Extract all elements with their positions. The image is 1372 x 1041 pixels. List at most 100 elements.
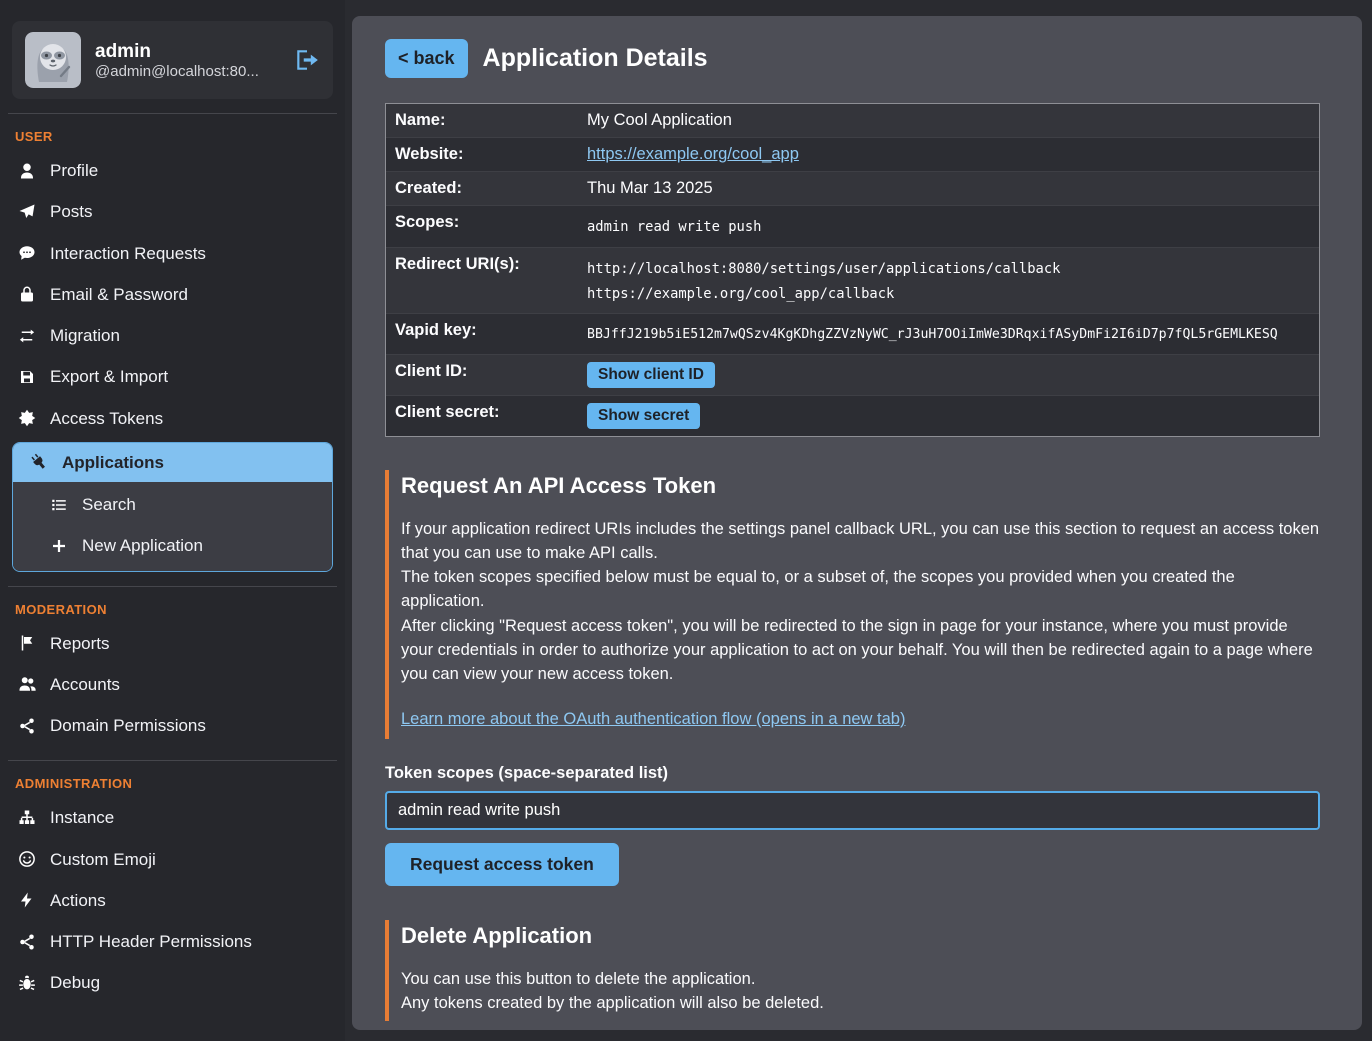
table-row-name: Name: My Cool Application [386,104,1319,137]
main-panel: < back Application Details Name: My Cool… [352,16,1362,1030]
section-paragraph: Any tokens created by the application wi… [401,991,1320,1015]
sidebar-item-profile[interactable]: Profile [0,150,345,191]
sidebar-item-label: Migration [50,325,120,346]
section-paragraph: After clicking "Request access token", y… [401,614,1320,686]
page-title: Application Details [483,44,708,73]
sidebar-divider [8,586,337,587]
sidebar-nav-user: Profile Posts Interaction Requests Email… [0,150,345,572]
row-label: Vapid key: [386,314,587,347]
share-nodes-icon [17,933,37,951]
sidebar-item-reports[interactable]: Reports [0,623,345,664]
token-scopes-field: Token scopes (space-separated list) Requ… [385,764,1320,886]
users-icon [17,675,37,693]
sidebar-item-instance[interactable]: Instance [0,797,345,838]
sidebar-item-export-import[interactable]: Export & Import [0,356,345,397]
sidebar-item-label: Domain Permissions [50,715,206,736]
flag-icon [17,634,37,652]
sidebar-item-label: Debug [50,972,100,993]
applications-subnav: Search New Application [13,482,332,571]
sidebar-item-debug[interactable]: Debug [0,962,345,1003]
sidebar-item-email-password[interactable]: Email & Password [0,274,345,315]
show-client-id-button[interactable]: Show client ID [587,362,715,388]
sidebar-item-actions[interactable]: Actions [0,880,345,921]
redirect-uri-1: http://localhost:8080/settings/user/appl… [587,257,1060,282]
row-label: Redirect URI(s): [386,248,587,281]
show-secret-button[interactable]: Show secret [587,403,700,429]
sidebar-item-interaction-requests[interactable]: Interaction Requests [0,233,345,274]
sidebar-item-label: Applications [62,452,164,473]
sidebar-item-posts[interactable]: Posts [0,191,345,232]
table-row-client-id: Client ID: Show client ID [386,354,1319,395]
sidebar-item-label: Custom Emoji [50,849,156,870]
sidebar-item-label: HTTP Header Permissions [50,931,252,952]
plus-icon [49,537,69,555]
table-row-scopes: Scopes: admin read write push [386,205,1319,247]
sign-out-icon[interactable] [294,47,320,73]
sidebar-item-migration[interactable]: Migration [0,315,345,356]
sidebar-section-title-user: USER [15,129,345,144]
sidebar: admin @admin@localhost:80... USER Profil… [0,0,345,1041]
sidebar-item-applications[interactable]: Applications [13,443,332,482]
list-icon [49,496,69,514]
oauth-docs-link[interactable]: Learn more about the OAuth authenticatio… [401,710,905,728]
row-label: Scopes: [386,206,587,239]
sidebar-item-label: Export & Import [50,366,168,387]
row-label: Website: [386,138,587,171]
request-token-section: Request An API Access Token If your appl… [385,470,1320,739]
bolt-icon [17,891,37,909]
section-title: Request An API Access Token [401,473,1320,499]
row-value: My Cool Application [587,104,732,137]
sidebar-item-access-tokens[interactable]: Access Tokens [0,398,345,439]
paper-plane-icon [17,203,37,221]
sidebar-item-label: Profile [50,160,98,181]
page-header: < back Application Details [385,39,1320,78]
sidebar-item-label: Reports [50,633,110,654]
token-scopes-label: Token scopes (space-separated list) [385,764,1320,783]
sidebar-nav-moderation: Reports Accounts Domain Permissions [0,623,345,747]
sidebar-item-label: Email & Password [50,284,188,305]
floppy-disk-icon [17,368,37,386]
sidebar-item-label: Access Tokens [50,408,163,429]
sidebar-item-domain-permissions[interactable]: Domain Permissions [0,705,345,746]
user-handle: @admin@localhost:80... [95,63,259,80]
sidebar-section-title-moderation: MODERATION [15,602,345,617]
row-label: Client secret: [386,396,587,429]
sidebar-divider [8,113,337,114]
request-access-token-button[interactable]: Request access token [385,843,619,886]
sidebar-item-label: Search [82,494,136,515]
section-paragraph: The token scopes specified below must be… [401,565,1320,613]
redirect-uri-2: https://example.org/cool_app/callback [587,282,1060,307]
user-icon [17,162,37,180]
row-value: http://localhost:8080/settings/user/appl… [587,248,1060,314]
sidebar-divider [8,760,337,761]
share-nodes-icon [17,717,37,735]
app-root: admin @admin@localhost:80... USER Profil… [0,0,1372,1041]
table-row-website: Website: https://example.org/cool_app [386,137,1319,171]
table-row-created: Created: Thu Mar 13 2025 [386,171,1319,205]
application-details-table: Name: My Cool Application Website: https… [385,103,1320,437]
user-name: admin [95,40,259,64]
comment-dots-icon [17,244,37,262]
back-button[interactable]: < back [385,39,468,78]
website-link[interactable]: https://example.org/cool_app [587,145,799,163]
smile-icon [17,850,37,868]
sidebar-item-http-header-permissions[interactable]: HTTP Header Permissions [0,921,345,962]
sitemap-icon [17,809,37,827]
sidebar-item-accounts[interactable]: Accounts [0,664,345,705]
sidebar-item-search[interactable]: Search [13,484,332,525]
row-value: admin read write push [587,206,761,247]
section-paragraph: You can use this button to delete the ap… [401,967,1320,991]
sloth-avatar [25,32,81,88]
user-card[interactable]: admin @admin@localhost:80... [12,21,333,99]
row-label: Created: [386,172,587,205]
token-scopes-input[interactable] [385,791,1320,830]
table-row-redirect-uris: Redirect URI(s): http://localhost:8080/s… [386,247,1319,314]
lock-icon [17,285,37,303]
sidebar-item-new-application[interactable]: New Application [13,525,332,566]
row-value: Thu Mar 13 2025 [587,172,713,205]
applications-group: Applications Search New Application [12,442,333,572]
section-title: Delete Application [401,923,1320,949]
exchange-icon [17,327,37,345]
sidebar-nav-administration: Instance Custom Emoji Actions HTTP Heade… [0,797,345,1003]
sidebar-item-custom-emoji[interactable]: Custom Emoji [0,839,345,880]
